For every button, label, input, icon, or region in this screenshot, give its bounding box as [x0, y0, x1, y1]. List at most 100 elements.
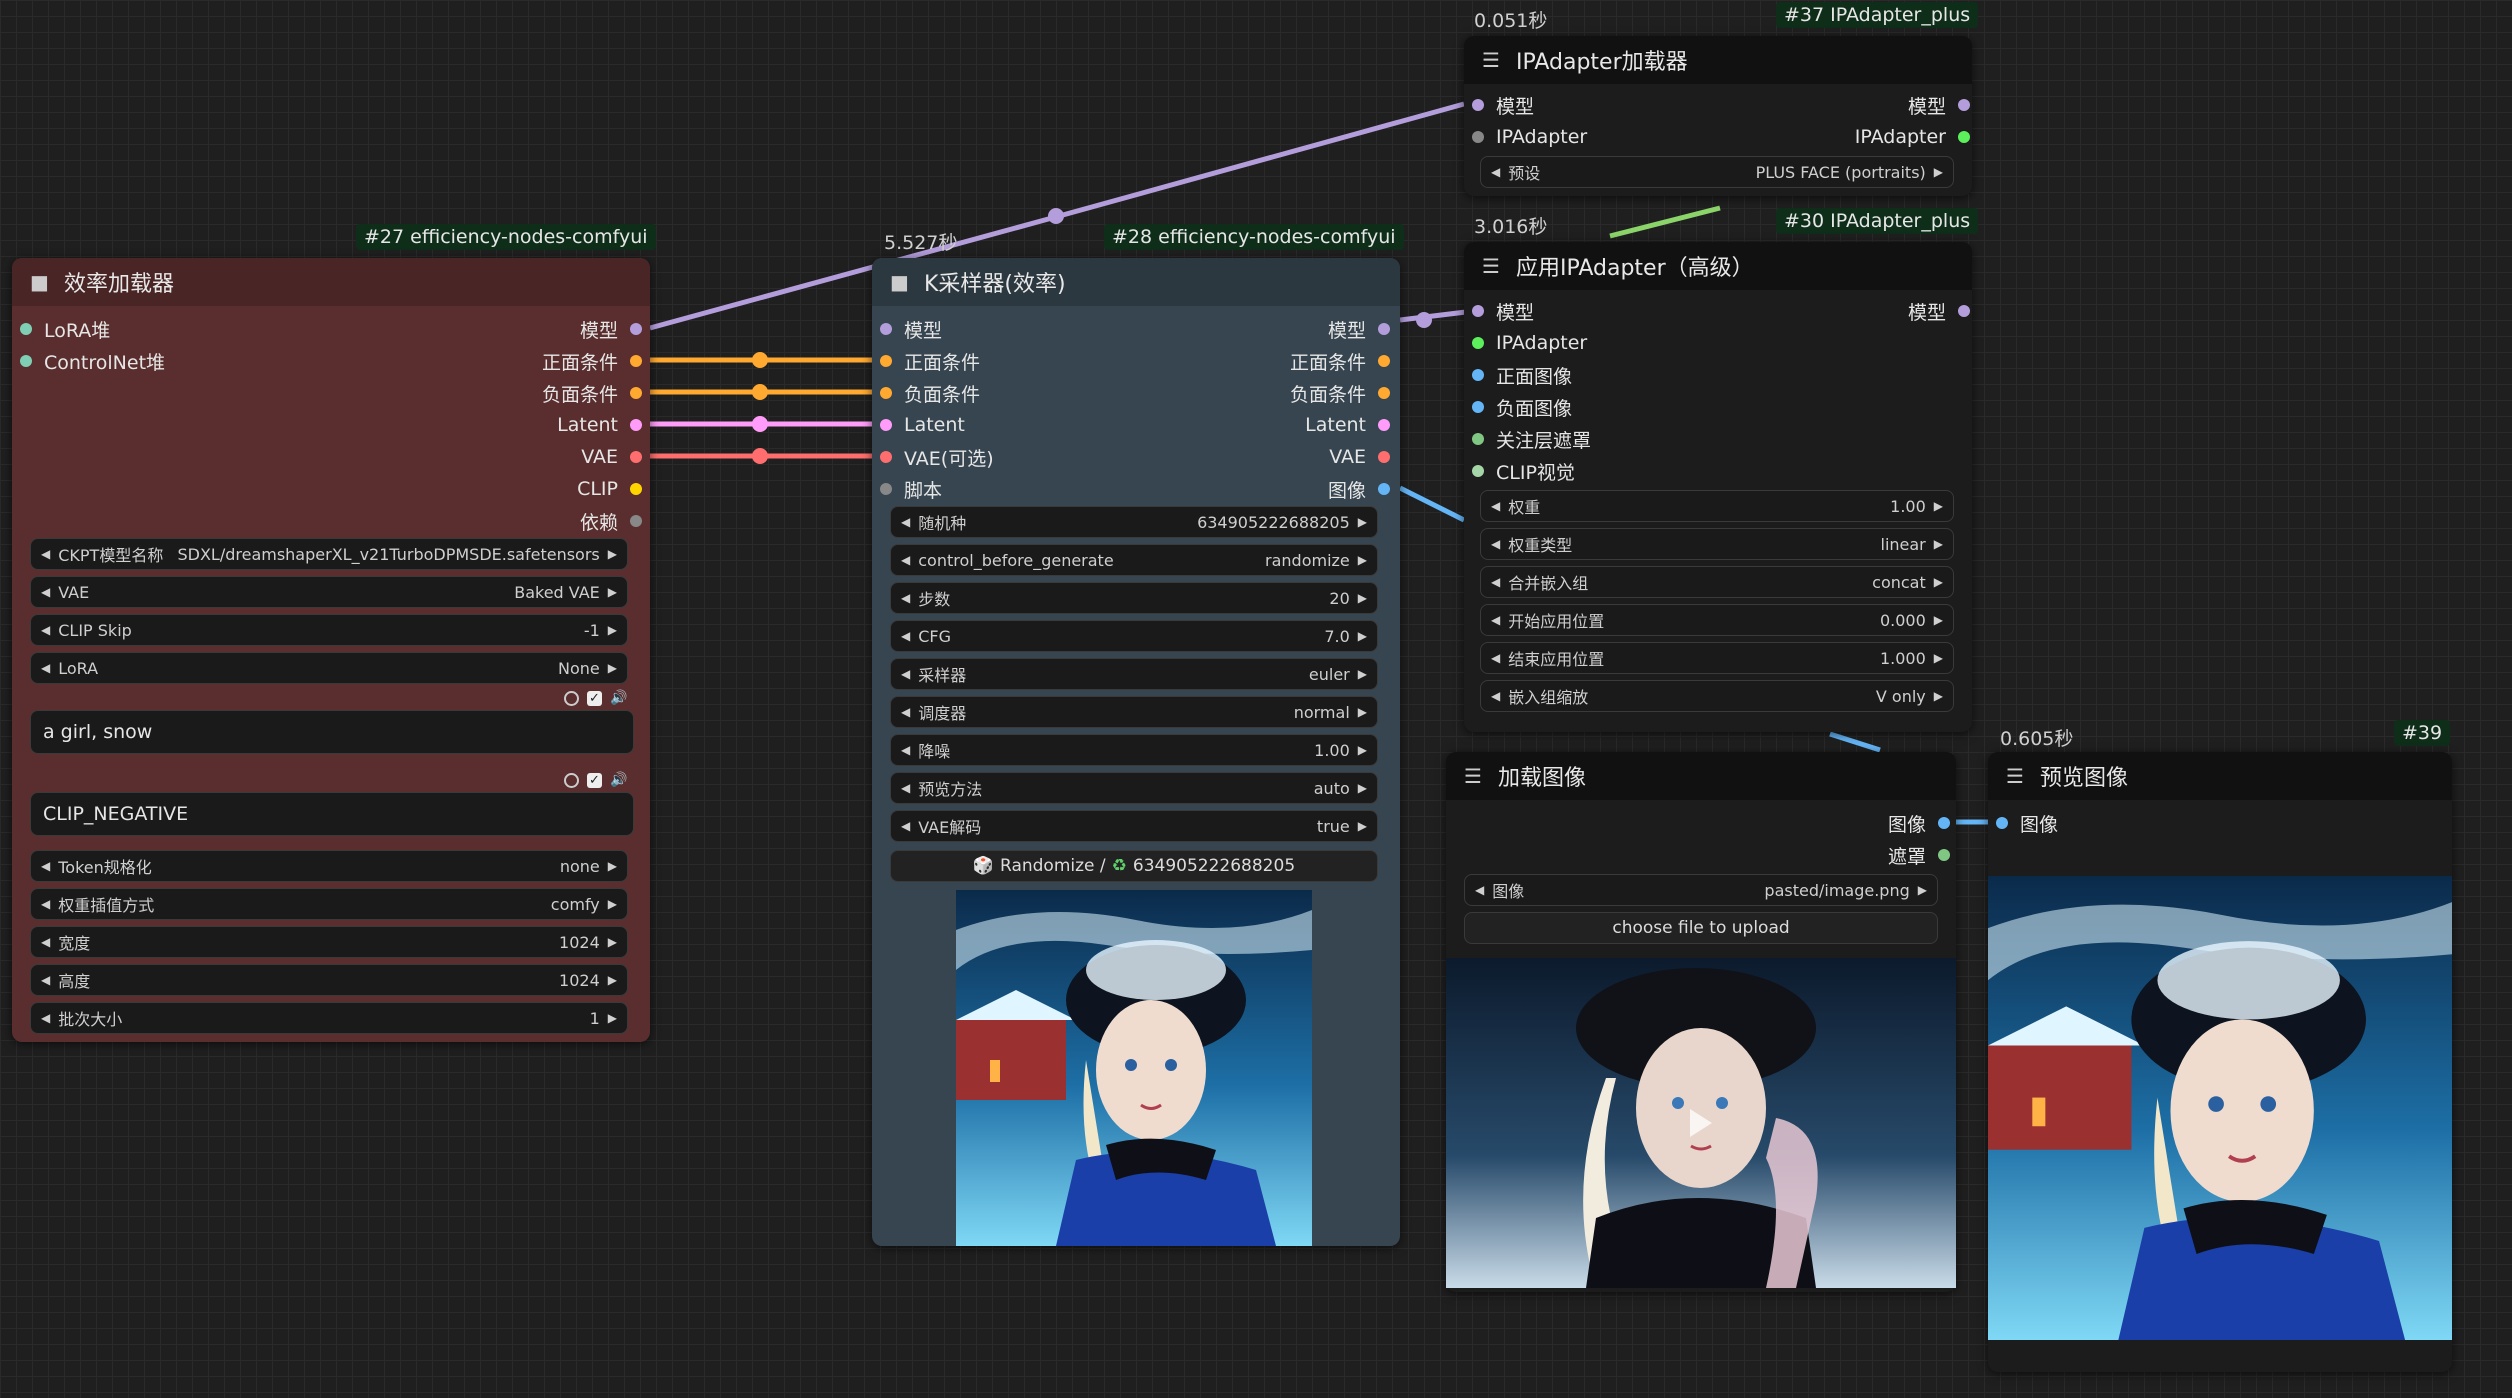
- widget-vae[interactable]: ◀ VAE Baked VAE ▶: [30, 576, 628, 608]
- arrow-right-icon[interactable]: ▶: [1934, 651, 1943, 665]
- slot-dot[interactable]: [1958, 305, 1970, 317]
- slot-dot[interactable]: [1472, 305, 1484, 317]
- input-slot-images[interactable]: 图像: [1996, 808, 2058, 838]
- slot-dot[interactable]: [1996, 817, 2008, 829]
- widget-start-at[interactable]: ◀ 开始应用位置 0.000 ▶: [1480, 604, 1954, 636]
- slot-dot[interactable]: [1472, 131, 1484, 143]
- widget-cfg[interactable]: ◀ CFG 7.0 ▶: [890, 620, 1378, 652]
- slot-dot[interactable]: [20, 355, 32, 367]
- slot-dot[interactable]: [880, 483, 892, 495]
- arrow-right-icon[interactable]: ▶: [1934, 689, 1943, 703]
- checkbox-icon[interactable]: ✓: [587, 772, 602, 788]
- widget-preset[interactable]: ◀ 预设 PLUS FACE (portraits) ▶: [1480, 156, 1954, 188]
- widget-combine-embeds[interactable]: ◀ 合并嵌入组 concat ▶: [1480, 566, 1954, 598]
- widget-vae-decode[interactable]: ◀ VAE解码 true ▶: [890, 810, 1378, 842]
- slot-dot[interactable]: [880, 387, 892, 399]
- input-slot-positive-image[interactable]: 正面图像: [1472, 360, 1572, 390]
- arrow-left-icon[interactable]: ◀: [41, 661, 50, 675]
- arrow-left-icon[interactable]: ◀: [901, 781, 910, 795]
- slot-dot[interactable]: [630, 355, 642, 367]
- speaker-icon[interactable]: 🔊: [610, 690, 627, 706]
- input-slot-model[interactable]: 模型: [1472, 296, 1534, 326]
- slot-dot[interactable]: [1378, 483, 1390, 495]
- randomize-seed-button[interactable]: 🎲 Randomize / ♻ 634905222688205: [890, 850, 1378, 882]
- arrow-right-icon[interactable]: ▶: [608, 1011, 617, 1025]
- arrow-left-icon[interactable]: ◀: [41, 973, 50, 987]
- slot-dot[interactable]: [630, 323, 642, 335]
- arrow-left-icon[interactable]: ◀: [41, 585, 50, 599]
- circle-icon[interactable]: [564, 772, 579, 788]
- input-slot-ipadapter[interactable]: IPAdapter: [1472, 328, 1587, 358]
- output-slot-dependencies[interactable]: 依赖: [580, 506, 642, 536]
- link-midpoint[interactable]: [752, 352, 768, 368]
- output-slot-model[interactable]: 模型: [1908, 90, 1970, 120]
- widget-weight[interactable]: ◀ 权重 1.00 ▶: [1480, 490, 1954, 522]
- input-slot-positive[interactable]: 正面条件: [880, 346, 980, 376]
- arrow-left-icon[interactable]: ◀: [901, 591, 910, 605]
- slot-dot[interactable]: [1472, 465, 1484, 477]
- arrow-left-icon[interactable]: ◀: [901, 553, 910, 567]
- output-slot-vae[interactable]: VAE: [1329, 442, 1390, 472]
- arrow-left-icon[interactable]: ◀: [1491, 613, 1500, 627]
- arrow-right-icon[interactable]: ▶: [1358, 553, 1367, 567]
- sampler-output-image[interactable]: [956, 890, 1312, 1246]
- widget-weight-type[interactable]: ◀ 权重类型 linear ▶: [1480, 528, 1954, 560]
- arrow-left-icon[interactable]: ◀: [901, 819, 910, 833]
- node-title-bar[interactable]: ■ 效率加载器: [12, 258, 650, 306]
- checkbox-icon[interactable]: ✓: [587, 690, 602, 706]
- slot-dot[interactable]: [880, 323, 892, 335]
- arrow-right-icon[interactable]: ▶: [1934, 613, 1943, 627]
- node-title-bar[interactable]: ☰ IPAdapter加载器: [1464, 36, 1972, 84]
- arrow-right-icon[interactable]: ▶: [1358, 591, 1367, 605]
- output-slot-model[interactable]: 模型: [580, 314, 642, 344]
- widget-width[interactable]: ◀ 宽度 1024 ▶: [30, 926, 628, 958]
- arrow-right-icon[interactable]: ▶: [1934, 575, 1943, 589]
- arrow-left-icon[interactable]: ◀: [41, 859, 50, 873]
- arrow-right-icon[interactable]: ▶: [1934, 499, 1943, 513]
- arrow-right-icon[interactable]: ▶: [608, 973, 617, 987]
- output-slot-model[interactable]: 模型: [1908, 296, 1970, 326]
- arrow-left-icon[interactable]: ◀: [1491, 165, 1500, 179]
- arrow-right-icon[interactable]: ▶: [1358, 781, 1367, 795]
- widget-denoise[interactable]: ◀ 降噪 1.00 ▶: [890, 734, 1378, 766]
- arrow-left-icon[interactable]: ◀: [1491, 575, 1500, 589]
- menu-icon[interactable]: ☰: [1464, 764, 1484, 788]
- widget-ckpt-name[interactable]: ◀ CKPT模型名称 SDXL/dreamshaperXL_v21TurboDPMS…: [30, 538, 628, 570]
- arrow-right-icon[interactable]: ▶: [1934, 537, 1943, 551]
- slot-dot[interactable]: [1378, 323, 1390, 335]
- arrow-left-icon[interactable]: ◀: [1475, 883, 1484, 897]
- arrow-left-icon[interactable]: ◀: [41, 547, 50, 561]
- link-midpoint[interactable]: [752, 384, 768, 400]
- widget-embeds-scaling[interactable]: ◀ 嵌入组缩放 V only ▶: [1480, 680, 1954, 712]
- slot-dot[interactable]: [1378, 355, 1390, 367]
- arrow-right-icon[interactable]: ▶: [1934, 165, 1943, 179]
- slot-dot[interactable]: [880, 419, 892, 431]
- output-slot-positive[interactable]: 正面条件: [1290, 346, 1390, 376]
- widget-batch-size[interactable]: ◀ 批次大小 1 ▶: [30, 1002, 628, 1034]
- link-midpoint[interactable]: [1048, 208, 1064, 224]
- circle-icon[interactable]: [564, 690, 579, 706]
- link-midpoint[interactable]: [752, 448, 768, 464]
- arrow-right-icon[interactable]: ▶: [608, 935, 617, 949]
- menu-icon[interactable]: ☰: [1482, 48, 1502, 72]
- arrow-right-icon[interactable]: ▶: [608, 661, 617, 675]
- output-slot-image[interactable]: 图像: [1328, 474, 1390, 504]
- input-slot-ipadapter[interactable]: IPAdapter: [1472, 122, 1587, 152]
- speaker-icon[interactable]: 🔊: [610, 772, 627, 788]
- slot-dot[interactable]: [1938, 817, 1950, 829]
- negative-prompt-textarea[interactable]: CLIP_NEGATIVE: [30, 792, 634, 836]
- text-toggles[interactable]: ✓ 🔊: [564, 772, 627, 788]
- widget-sampler-name[interactable]: ◀ 采样器 euler ▶: [890, 658, 1378, 690]
- positive-prompt-textarea[interactable]: a girl, snow: [30, 710, 634, 754]
- output-slot-mask[interactable]: 遮罩: [1888, 840, 1950, 870]
- slot-dot[interactable]: [1378, 387, 1390, 399]
- widget-seed[interactable]: ◀ 随机种 634905222688205 ▶: [890, 506, 1378, 538]
- slot-dot[interactable]: [1378, 419, 1390, 431]
- arrow-left-icon[interactable]: ◀: [41, 623, 50, 637]
- input-slot-attention-mask[interactable]: 关注层遮罩: [1472, 424, 1591, 454]
- slot-dot[interactable]: [630, 515, 642, 527]
- arrow-left-icon[interactable]: ◀: [901, 629, 910, 643]
- widget-lora[interactable]: ◀ LoRA None ▶: [30, 652, 628, 684]
- input-slot-model[interactable]: 模型: [880, 314, 942, 344]
- slot-dot[interactable]: [630, 419, 642, 431]
